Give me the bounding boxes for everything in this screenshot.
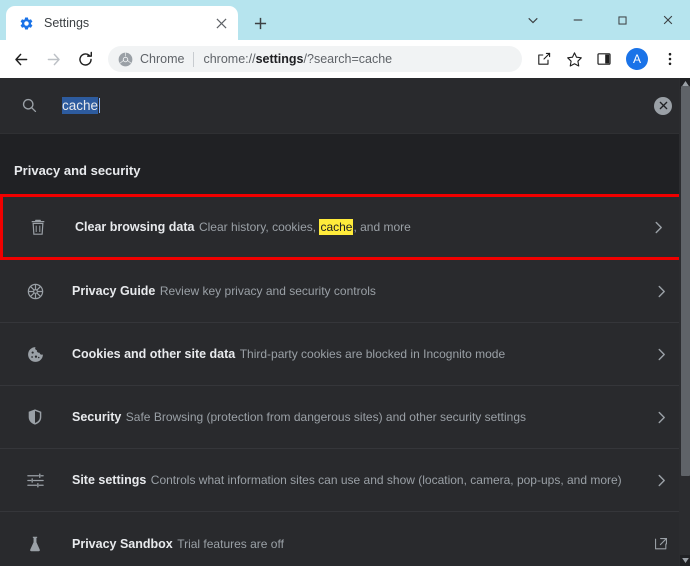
row-subtitle: Review key privacy and security controls bbox=[160, 284, 376, 298]
row-text: Privacy Sandbox Trial features are off bbox=[72, 535, 652, 553]
row-subtitle: Clear history, cookies, cache, and more bbox=[199, 219, 411, 235]
tune-sliders-icon bbox=[24, 469, 46, 491]
settings-rows: Clear browsing data Clear history, cooki… bbox=[0, 194, 690, 566]
window-controls bbox=[510, 0, 690, 40]
settings-row-privacy-guide[interactable]: Privacy Guide Review key privacy and sec… bbox=[0, 260, 690, 323]
url-prefix: chrome:// bbox=[203, 52, 255, 66]
row-text: Cookies and other site data Third-party … bbox=[72, 345, 652, 363]
row-title: Security bbox=[72, 410, 121, 424]
settings-page: cache Privacy and security bbox=[0, 78, 690, 566]
forward-button[interactable] bbox=[38, 44, 68, 74]
row-subtitle: Trial features are off bbox=[177, 537, 284, 551]
settings-search-input[interactable]: cache bbox=[62, 97, 654, 114]
settings-row-cookies[interactable]: Cookies and other site data Third-party … bbox=[0, 323, 690, 386]
three-dot-menu-icon[interactable] bbox=[656, 45, 684, 73]
reload-button[interactable] bbox=[70, 44, 100, 74]
page-scrollbar[interactable] bbox=[679, 78, 690, 566]
chevron-right-icon[interactable] bbox=[652, 285, 670, 298]
scrollbar-thumb[interactable] bbox=[681, 86, 690, 476]
settings-search-bar[interactable]: cache bbox=[0, 78, 690, 134]
chrome-logo-icon bbox=[118, 52, 133, 67]
subtitle-before: Clear history, cookies, bbox=[199, 220, 320, 234]
address-bar[interactable]: Chrome chrome://settings/?search=cache bbox=[108, 46, 522, 72]
settings-row-security[interactable]: Security Safe Browsing (protection from … bbox=[0, 386, 690, 449]
chevron-right-icon[interactable] bbox=[652, 474, 670, 487]
chrome-chip: Chrome bbox=[118, 52, 184, 67]
maximize-button[interactable] bbox=[600, 4, 645, 36]
clear-search-icon[interactable] bbox=[654, 97, 672, 115]
settings-row-privacy-sandbox[interactable]: Privacy Sandbox Trial features are off bbox=[0, 512, 690, 566]
row-title: Privacy Sandbox bbox=[72, 537, 173, 551]
trash-icon bbox=[27, 216, 49, 238]
share-icon[interactable] bbox=[530, 45, 558, 73]
settings-content: Privacy and security Clear browsing data… bbox=[0, 135, 690, 566]
chrome-chip-label: Chrome bbox=[140, 52, 184, 66]
external-link-icon[interactable] bbox=[652, 537, 670, 551]
row-text: Clear browsing data Clear history, cooki… bbox=[75, 218, 649, 236]
row-title: Clear browsing data bbox=[75, 220, 194, 234]
shield-icon bbox=[24, 406, 46, 428]
chevron-right-icon[interactable] bbox=[652, 348, 670, 361]
subtitle-after: , and more bbox=[353, 220, 410, 234]
scroll-down-arrow-icon[interactable] bbox=[680, 555, 690, 566]
search-input-value: cache bbox=[62, 97, 98, 114]
settings-gear-icon bbox=[18, 15, 34, 31]
minimize-button[interactable] bbox=[555, 4, 600, 36]
window-titlebar: Settings bbox=[0, 0, 690, 40]
url-suffix: /?search=cache bbox=[304, 52, 393, 66]
row-subtitle: Third-party cookies are blocked in Incog… bbox=[240, 347, 505, 361]
tab-title: Settings bbox=[44, 16, 212, 30]
url-bold: settings bbox=[256, 52, 304, 66]
row-text: Privacy Guide Review key privacy and sec… bbox=[72, 282, 652, 300]
row-title: Site settings bbox=[72, 473, 146, 487]
row-title: Cookies and other site data bbox=[72, 347, 235, 361]
flask-icon bbox=[24, 533, 46, 555]
page-title: Privacy and security bbox=[0, 135, 690, 194]
avatar[interactable]: A bbox=[626, 48, 648, 70]
browser-tab-settings[interactable]: Settings bbox=[6, 6, 238, 40]
new-tab-button[interactable] bbox=[246, 9, 274, 37]
row-subtitle: Safe Browsing (protection from dangerous… bbox=[126, 410, 526, 424]
side-panel-icon[interactable] bbox=[590, 45, 618, 73]
settings-row-clear-browsing-data[interactable]: Clear browsing data Clear history, cooki… bbox=[0, 194, 690, 260]
row-text: Security Safe Browsing (protection from … bbox=[72, 408, 652, 426]
star-icon[interactable] bbox=[560, 45, 588, 73]
tab-search-chevron-down-icon[interactable] bbox=[510, 4, 555, 36]
chip-divider bbox=[193, 52, 194, 67]
privacy-guide-icon bbox=[24, 280, 46, 302]
browser-toolbar: Chrome chrome://settings/?search=cache A bbox=[0, 40, 690, 78]
settings-row-site-settings[interactable]: Site settings Controls what information … bbox=[0, 449, 690, 512]
text-caret bbox=[99, 98, 100, 113]
tab-close-icon[interactable] bbox=[212, 14, 230, 32]
chevron-right-icon[interactable] bbox=[652, 411, 670, 424]
row-subtitle: Controls what information sites can use … bbox=[151, 473, 622, 487]
close-button[interactable] bbox=[645, 4, 690, 36]
row-text: Site settings Controls what information … bbox=[72, 471, 652, 489]
search-icon bbox=[18, 95, 40, 117]
cookie-icon bbox=[24, 343, 46, 365]
search-match-highlight: cache bbox=[319, 219, 353, 235]
back-button[interactable] bbox=[6, 44, 36, 74]
chevron-right-icon[interactable] bbox=[649, 221, 667, 234]
url-text: chrome://settings/?search=cache bbox=[203, 52, 392, 66]
row-title: Privacy Guide bbox=[72, 284, 155, 298]
